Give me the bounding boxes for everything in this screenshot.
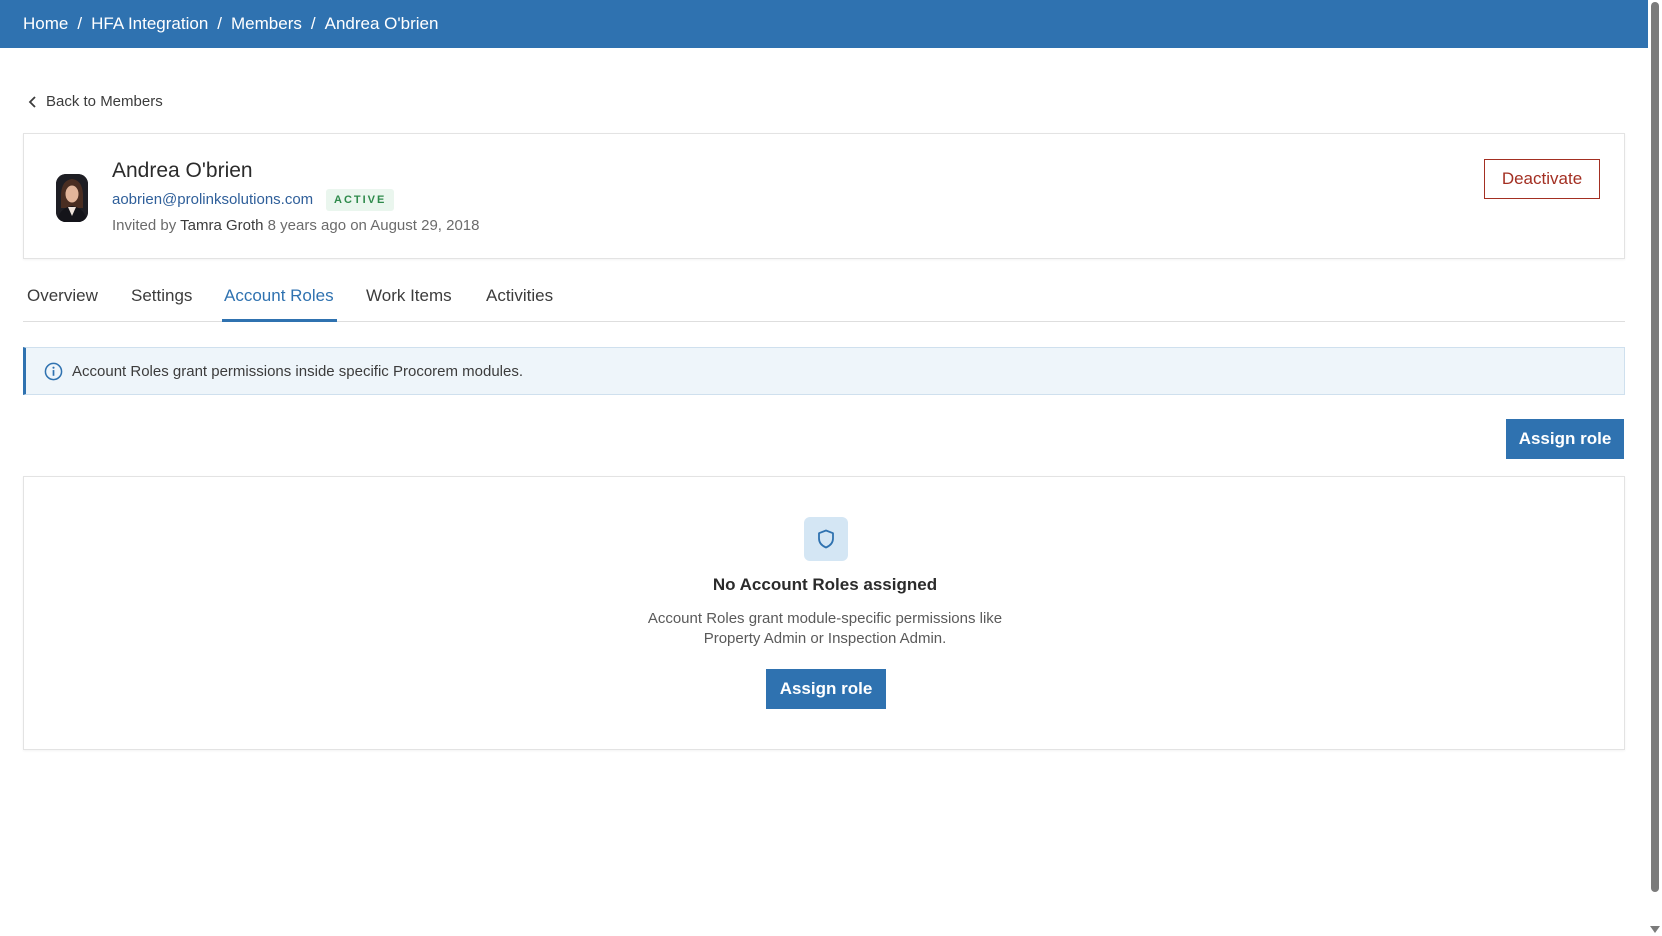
inviter-name: Tamra Groth — [180, 217, 264, 234]
chevron-left-icon — [28, 95, 36, 108]
member-header-card: Andrea O'brien aobrien@prolinksolutions.… — [23, 133, 1625, 259]
invited-info: Invited by Tamra Groth 8 years ago on Au… — [112, 217, 480, 234]
active-tab-indicator — [222, 319, 337, 322]
tab-overview[interactable]: Overview — [27, 286, 98, 306]
tab-settings[interactable]: Settings — [131, 286, 192, 306]
member-name: Andrea O'brien — [112, 159, 253, 182]
invited-prefix: Invited by — [112, 217, 177, 234]
status-badge: ACTIVE — [326, 189, 395, 211]
breadcrumb-current-member: Andrea O'brien — [324, 14, 439, 33]
member-email: aobrien@prolinksolutions.com — [112, 191, 314, 208]
assign-role-button[interactable]: Assign role — [1506, 419, 1624, 459]
avatar — [56, 174, 88, 222]
empty-state-card: No Account Roles assigned Account Roles … — [23, 476, 1625, 750]
scrollbar-thumb[interactable] — [1651, 2, 1659, 892]
invited-date: 8 years ago on August 29, 2018 — [267, 217, 480, 234]
page-scrollbar[interactable] — [1648, 0, 1662, 936]
tab-activities[interactable]: Activities — [486, 286, 553, 306]
breadcrumb-separator: / — [77, 14, 83, 33]
back-link-label: Back to Members — [46, 93, 163, 110]
info-icon — [44, 362, 63, 380]
empty-state-assign-role-button[interactable]: Assign role — [766, 669, 886, 709]
breadcrumb-home[interactable]: Home — [23, 14, 68, 34]
tab-work-items[interactable]: Work Items — [366, 286, 452, 306]
shield-icon-container — [804, 517, 848, 561]
tab-account-roles[interactable]: Account Roles — [224, 286, 334, 306]
breadcrumb-separator: / — [217, 14, 223, 33]
empty-state-title: No Account Roles assigned — [712, 575, 938, 594]
back-to-members-link[interactable]: Back to Members — [28, 93, 163, 110]
shield-icon — [818, 529, 834, 549]
breadcrumb-members[interactable]: Members — [231, 14, 302, 34]
scroll-down-arrow-icon[interactable] — [1650, 926, 1660, 933]
breadcrumb-separator: / — [310, 14, 316, 33]
info-banner: Account Roles grant permissions inside s… — [23, 347, 1625, 395]
top-navigation-bar: Home / HFA Integration / Members / Andre… — [0, 0, 1648, 48]
info-banner-text: Account Roles grant permissions inside s… — [72, 362, 524, 380]
member-tabs: Overview Settings Account Roles Work Ite… — [23, 272, 1625, 322]
breadcrumb-hfa-integration[interactable]: HFA Integration — [91, 14, 208, 34]
empty-state-description: Account Roles grant module-specific perm… — [647, 610, 1003, 647]
deactivate-button[interactable]: Deactivate — [1484, 159, 1600, 199]
